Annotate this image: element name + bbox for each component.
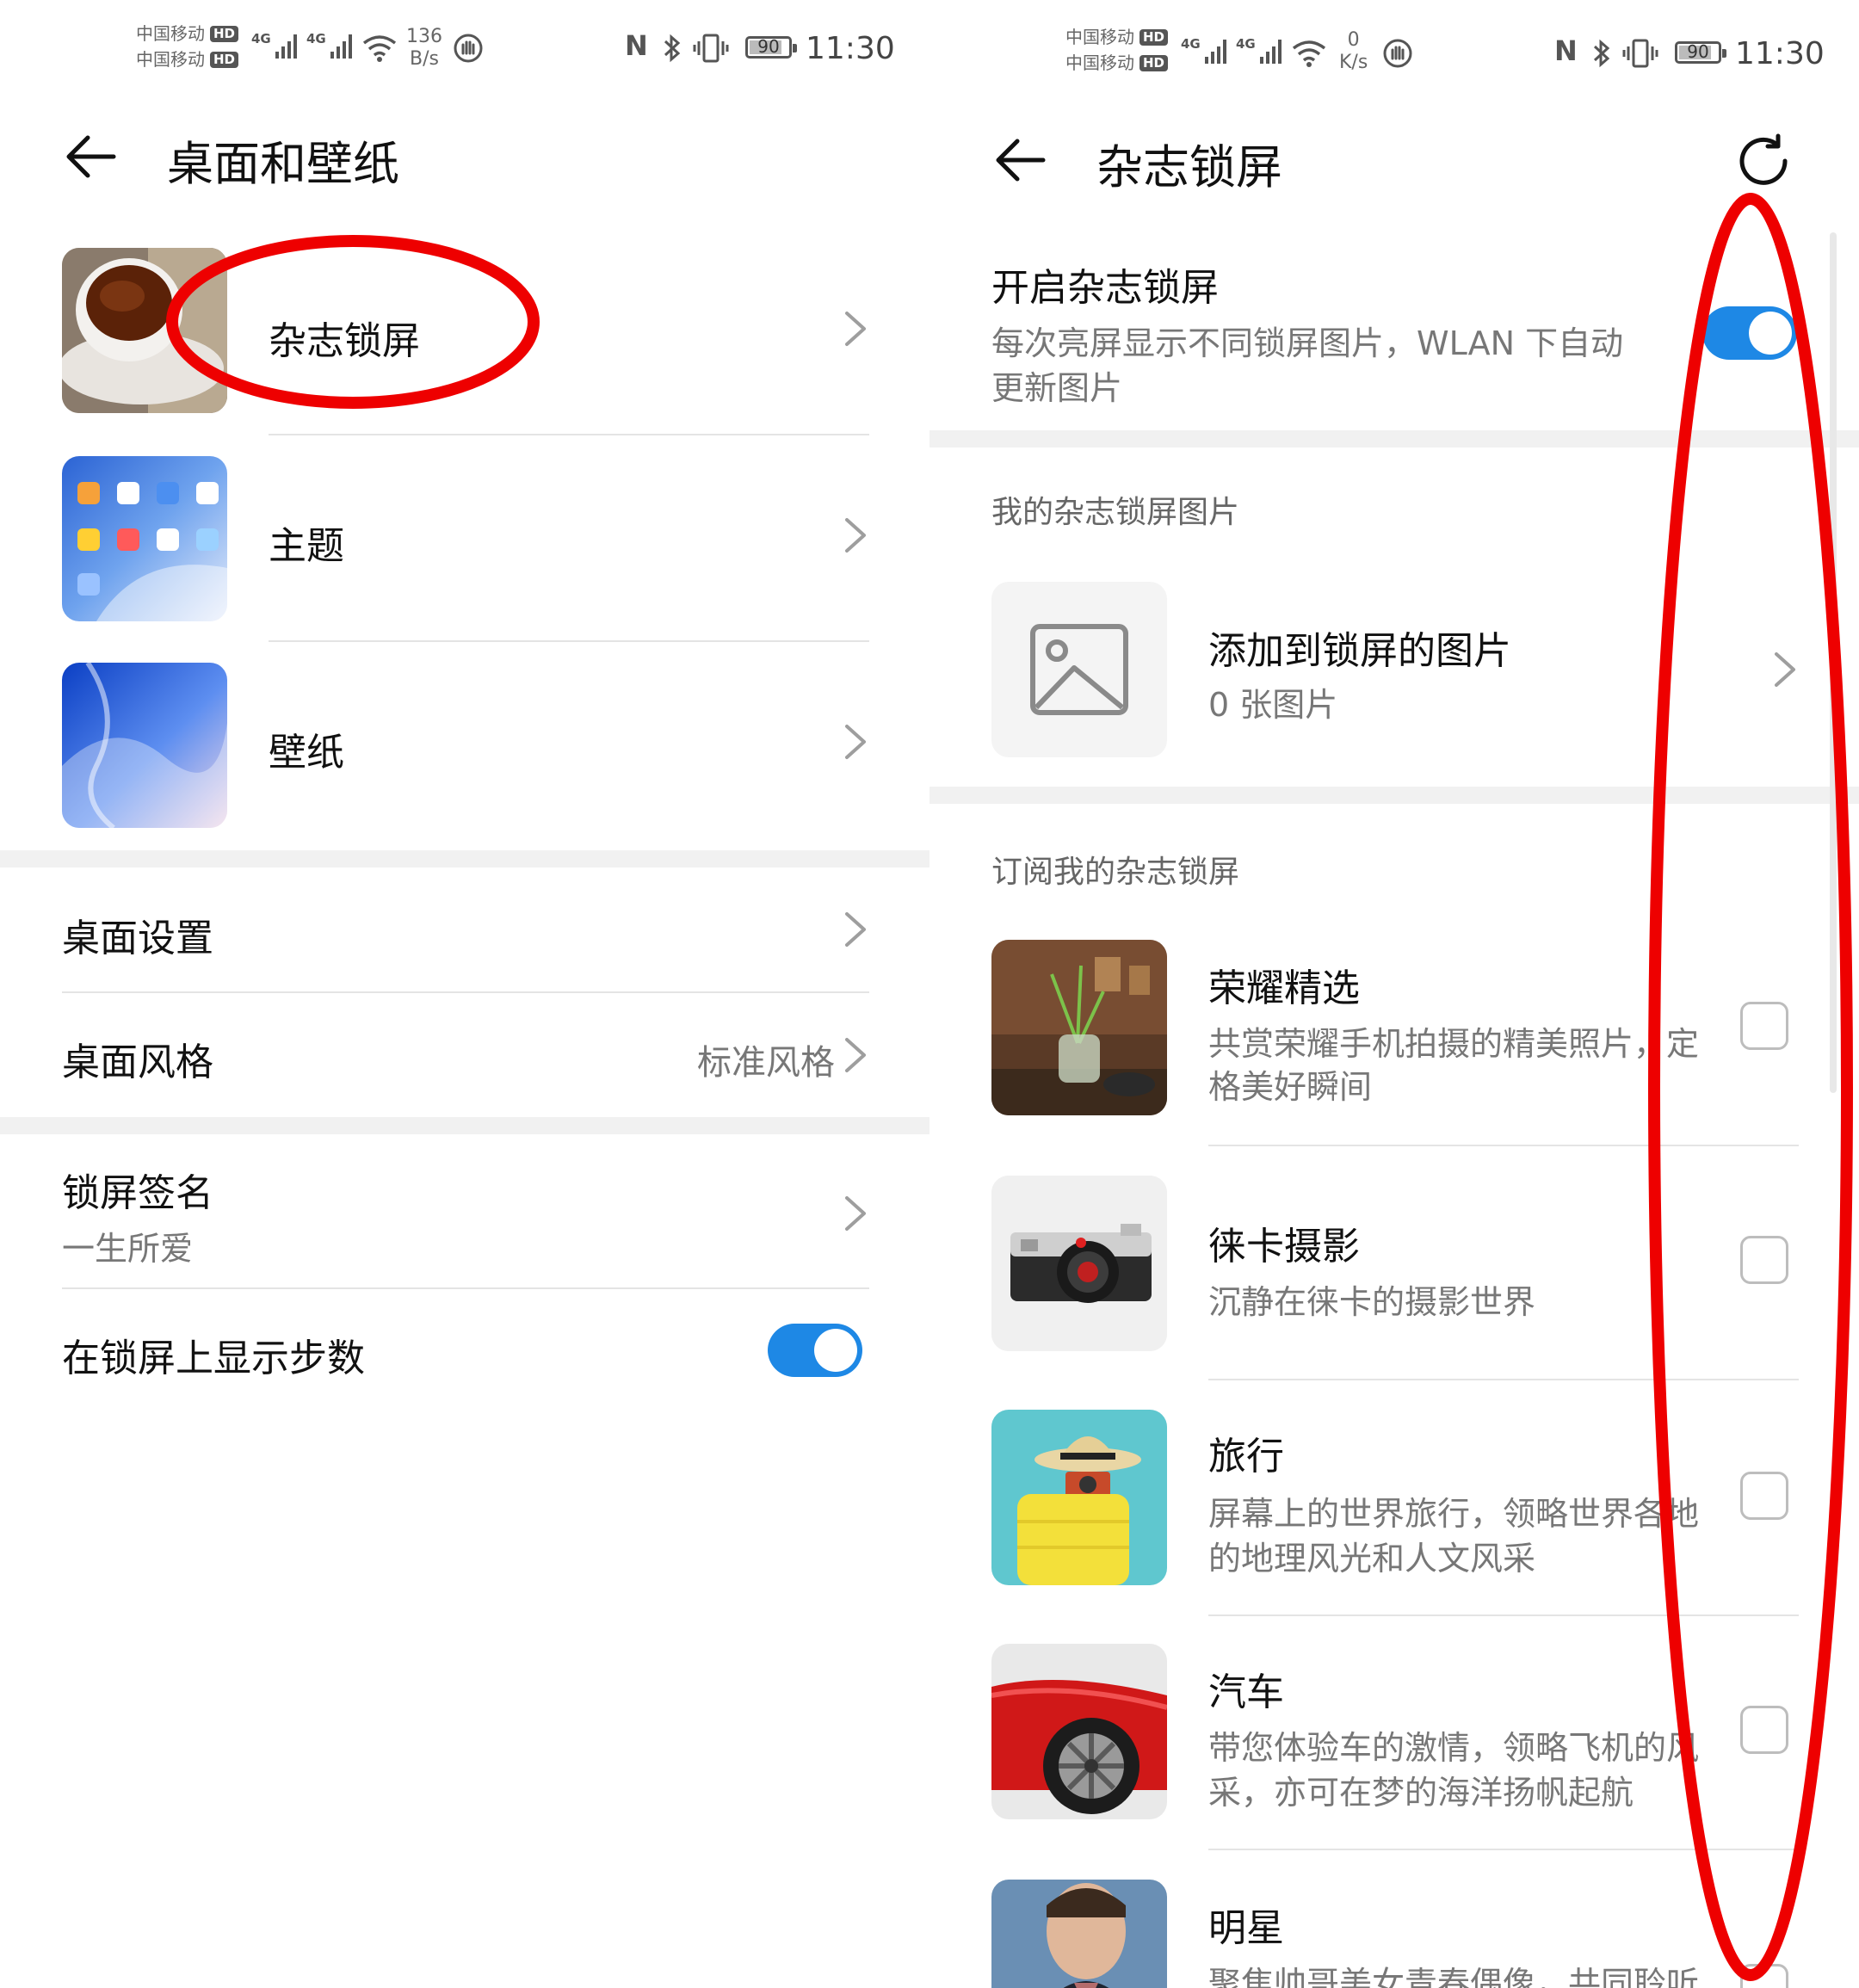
hd-badge: HD: [1139, 54, 1169, 71]
divider: [62, 991, 869, 993]
channel-description: 聚焦帅哥美女青春偶像，共同聆听: [1208, 1965, 1700, 1988]
vibrate-icon: [1622, 39, 1658, 68]
bluetooth-icon: [664, 34, 681, 63]
carrier-info: 中国移动 HD 中国移动 HD: [1065, 24, 1169, 76]
wifi-icon: [362, 35, 397, 62]
menu-item-label: 主题: [269, 524, 344, 568]
toggle-knob: [814, 1329, 857, 1372]
battery-icon: 90: [1675, 41, 1726, 64]
lock-signature-value: 一生所爱: [62, 1230, 194, 1268]
red-car-image: [991, 1644, 1167, 1819]
signal-icon: 4G: [1181, 36, 1226, 64]
annotation-ellipse: [1648, 193, 1853, 1981]
signal-icon: 4G: [306, 31, 352, 59]
section-separator: [0, 1117, 930, 1134]
chevron-right-icon: [845, 725, 866, 759]
add-images-title: 添加到锁屏的图片: [1208, 629, 1511, 673]
desktop-settings-item[interactable]: 桌面设置: [0, 869, 930, 988]
section-separator: [0, 850, 930, 867]
lock-signature-label: 锁屏签名: [62, 1171, 213, 1215]
lock-signature-item[interactable]: 锁屏签名 一生所爱: [0, 1136, 930, 1282]
hd-badge: HD: [210, 51, 239, 68]
chevron-right-icon: [845, 312, 866, 346]
clock: 11:30: [1735, 36, 1825, 71]
nfc-icon: N: [625, 29, 648, 62]
channel-description: 的地理风光和人文风采: [1208, 1540, 1536, 1577]
network-speed: 136 B/s: [406, 26, 442, 70]
channel-description: 带您体验车的激情，领略飞机的风: [1208, 1729, 1700, 1767]
channel-description: 共赏荣耀手机拍摄的精美照片，定: [1208, 1025, 1700, 1063]
plant-jar-image: [991, 940, 1167, 1115]
image-count: 0 张图片: [1208, 686, 1338, 724]
channel-title: 旅行: [1208, 1435, 1284, 1479]
chevron-right-icon: [845, 1038, 866, 1072]
show-steps-label: 在锁屏上显示步数: [62, 1337, 365, 1380]
carrier-name: 中国移动: [1065, 52, 1134, 73]
hd-badge: HD: [210, 25, 239, 42]
menu-item-wallpaper[interactable]: 壁纸: [0, 656, 930, 828]
channel-description: 采，亦可在梦的海洋扬帆起航: [1208, 1774, 1634, 1812]
bluetooth-icon: [1593, 39, 1610, 68]
hand-shield-icon: [1383, 39, 1412, 68]
chevron-right-icon: [845, 1196, 866, 1231]
channel-description: 屏幕上的世界旅行，领略世界各地: [1208, 1495, 1700, 1533]
hand-shield-icon: [454, 34, 483, 63]
signal-icon: 4G: [251, 31, 297, 59]
channel-title: 徕卡摄影: [1208, 1225, 1360, 1269]
carrier-name: 中国移动: [1065, 27, 1134, 47]
clock: 11:30: [806, 31, 895, 66]
show-steps-item: 在锁屏上显示步数: [0, 1291, 930, 1411]
enable-description: 每次亮屏显示不同锁屏图片，WLAN 下自动: [991, 324, 1624, 362]
network-speed: 0 K/s: [1339, 29, 1368, 73]
divider: [62, 1287, 869, 1289]
divider: [269, 434, 869, 435]
blue-wallpaper-image: [62, 663, 227, 828]
chevron-right-icon: [845, 912, 866, 947]
channel-title: 荣耀精选: [1208, 966, 1360, 1010]
menu-item-theme[interactable]: 主题: [0, 449, 930, 621]
theme-preview-image: [62, 456, 227, 621]
vibrate-icon: [693, 34, 729, 63]
divider: [269, 640, 869, 642]
back-arrow-icon[interactable]: [993, 133, 1048, 188]
desktop-style-value: 标准风格: [697, 1043, 835, 1083]
battery-icon: 90: [745, 36, 797, 59]
carrier-name: 中国移动: [136, 23, 205, 44]
back-arrow-icon[interactable]: [64, 129, 119, 184]
channel-description: 沉静在徕卡的摄影世界: [1208, 1283, 1536, 1321]
man-portrait-image: [991, 1880, 1167, 1988]
channel-title: 汽车: [1208, 1670, 1284, 1714]
desktop-style-item[interactable]: 桌面风格 标准风格: [0, 995, 930, 1112]
enable-title: 开启杂志锁屏: [991, 266, 1219, 310]
channel-title: 明星: [1208, 1906, 1284, 1950]
subscribe-header: 订阅我的杂志锁屏: [991, 855, 1240, 890]
desktop-wallpaper-screen: 中国移动 HD 中国移动 HD 4G 4G 136 B/s N 90 11:30 桌面…: [0, 0, 930, 1988]
page-title: 桌面和壁纸: [167, 137, 399, 191]
suitcase-hat-image: [991, 1410, 1167, 1585]
annotation-ellipse: [166, 235, 540, 409]
hd-badge: HD: [1139, 28, 1169, 46]
image-icon: [1030, 624, 1128, 715]
page-title: 杂志锁屏: [1096, 140, 1282, 194]
camera-image: [991, 1176, 1167, 1351]
image-placeholder: [991, 582, 1167, 757]
channel-description: 格美好瞬间: [1208, 1068, 1373, 1106]
show-steps-toggle[interactable]: [768, 1324, 862, 1377]
carrier-name: 中国移动: [136, 49, 205, 70]
chevron-right-icon: [845, 518, 866, 553]
my-images-header: 我的杂志锁屏图片: [991, 495, 1240, 530]
magazine-lock-screen: 中国移动 HD 中国移动 HD 4G 4G 0 K/s N 90 11:30 杂志锁屏…: [930, 0, 1859, 1988]
carrier-info: 中国移动 HD 中国移动 HD: [136, 21, 239, 72]
desktop-settings-label: 桌面设置: [62, 917, 213, 960]
enable-description: 更新图片: [991, 369, 1123, 407]
nfc-icon: N: [1554, 34, 1578, 67]
wifi-icon: [1292, 40, 1326, 67]
signal-icon: 4G: [1236, 36, 1282, 64]
refresh-icon[interactable]: [1733, 131, 1794, 191]
desktop-style-label: 桌面风格: [62, 1040, 213, 1084]
menu-item-label: 壁纸: [269, 731, 344, 775]
